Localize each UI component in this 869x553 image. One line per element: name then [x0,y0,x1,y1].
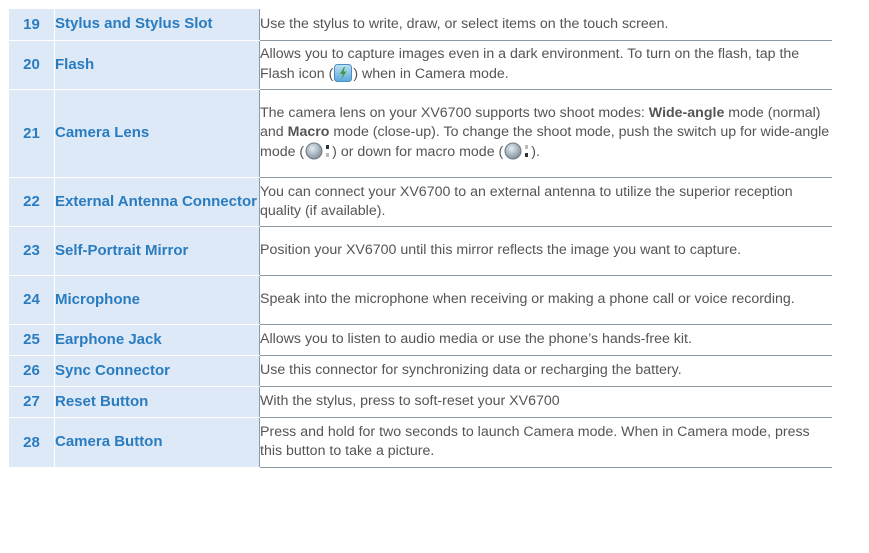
item-name: Sync Connector [54,355,260,387]
item-number: 26 [9,355,55,387]
table-row: 24 Microphone Speak into the microphone … [9,275,832,325]
item-description: With the stylus, press to soft-reset you… [259,386,832,418]
item-name: Camera Button [54,417,260,468]
item-number: 20 [9,40,55,90]
table-row: 26 Sync Connector Use this connector for… [9,355,832,387]
table-row: 25 Earphone Jack Allows you to listen to… [9,324,832,356]
item-name: Earphone Jack [54,324,260,356]
item-description: You can connect your XV6700 to an extern… [259,177,832,227]
item-number: 27 [9,386,55,418]
item-number: 21 [9,89,55,178]
description-text: ) when in Camera mode. [353,66,509,82]
macro-mode-icon [504,142,530,160]
item-name: External Antenna Connector [54,177,260,227]
table-row: 19 Stylus and Stylus Slot Use the stylus… [9,9,832,41]
item-description: Use this connector for synchronizing dat… [259,355,832,387]
item-number: 25 [9,324,55,356]
item-description: Press and hold for two seconds to launch… [259,417,832,468]
flash-icon [334,64,353,82]
description-text: The camera lens on your XV6700 supports … [260,105,649,121]
table-row: 21 Camera Lens The camera lens on your X… [9,89,832,178]
item-description: Use the stylus to write, draw, or select… [259,9,832,41]
item-name: Flash [54,40,260,90]
description-text: ). [531,144,540,160]
item-number: 19 [9,9,55,41]
item-description: Allows you to capture images even in a d… [259,40,832,90]
item-number: 22 [9,177,55,227]
item-name: Microphone [54,275,260,325]
macro-term: Macro [287,124,330,140]
item-description: Speak into the microphone when receiving… [259,275,832,325]
item-name: Camera Lens [54,89,260,178]
table-row: 23 Self-Portrait Mirror Position your XV… [9,226,832,276]
component-table: 19 Stylus and Stylus Slot Use the stylus… [9,9,832,468]
item-name: Self-Portrait Mirror [54,226,260,276]
item-name: Stylus and Stylus Slot [54,9,260,41]
item-description: Position your XV6700 until this mirror r… [259,226,832,276]
wide-angle-mode-icon [305,142,331,160]
table-row: 22 External Antenna Connector You can co… [9,177,832,227]
item-number: 23 [9,226,55,276]
item-description: The camera lens on your XV6700 supports … [259,89,832,178]
item-number: 28 [9,417,55,468]
item-description: Allows you to listen to audio media or u… [259,324,832,356]
item-number: 24 [9,275,55,325]
item-name: Reset Button [54,386,260,418]
description-text: ) or down for macro mode ( [332,144,504,160]
table-row: 20 Flash Allows you to capture images ev… [9,40,832,90]
table-row: 27 Reset Button With the stylus, press t… [9,386,832,418]
wide-angle-term: Wide-angle [648,105,725,121]
table-row: 28 Camera Button Press and hold for two … [9,417,832,468]
